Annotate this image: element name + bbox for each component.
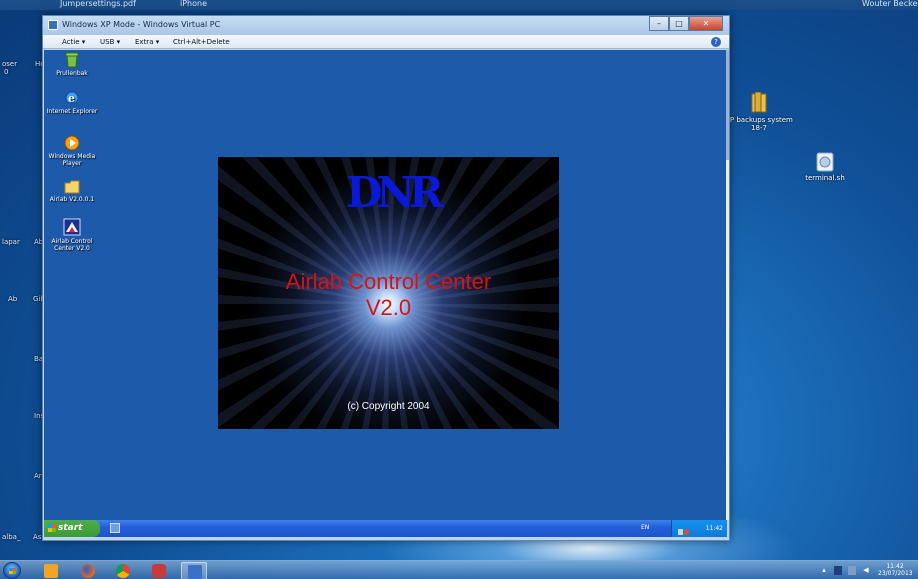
host-taskbar: ▴ ◀ 11:42 23/07/2013: [0, 560, 918, 579]
host-left-label[interactable]: alba_: [2, 533, 20, 541]
outlook-icon: [44, 564, 58, 578]
host-icon-label-line2: 18-7: [751, 124, 767, 132]
xp-start-label: start: [58, 523, 83, 533]
windows-orb-icon[interactable]: [3, 562, 21, 579]
vm-menubar: Actie ▾ USB ▾ Extra ▾ Ctrl+Alt+Delete ?: [43, 35, 729, 49]
firefox-icon: [81, 564, 95, 578]
vm-window-title: Windows XP Mode - Windows Virtual PC: [62, 20, 221, 29]
script-icon: [816, 152, 834, 172]
show-desktop-icon[interactable]: [110, 523, 120, 533]
xp-clock[interactable]: 11:42: [706, 525, 723, 532]
host-icon-label: XP backups system: [725, 116, 793, 124]
xp-icon-internet-explorer[interactable]: e Internet Explorer: [44, 90, 102, 115]
windows-flag-icon: [48, 524, 56, 532]
window-controls: – □ ✕: [649, 16, 723, 31]
xp-system-tray: 11:42: [671, 520, 727, 537]
xp-icon-label: Airlab Control Center V2.0: [51, 238, 93, 252]
xp-icon-airlab-folder[interactable]: Airlab V2.0.0.1: [44, 180, 102, 203]
dnr-logo: DNR: [346, 168, 444, 217]
volume-icon[interactable]: ◀: [862, 566, 870, 575]
host-left-label[interactable]: Ab: [8, 295, 17, 303]
menu-extra[interactable]: Extra ▾: [135, 38, 159, 46]
xp-taskbar: start EN 11:42: [44, 520, 727, 537]
host-icon-label: terminal.sh: [805, 174, 845, 182]
host-top-device-label: iPhone: [180, 0, 208, 8]
taskbar-pin-outlook[interactable]: [38, 562, 64, 579]
xp-icon-media-player[interactable]: Windows Media Player: [44, 135, 102, 167]
network-icon[interactable]: [678, 529, 683, 535]
host-left-label[interactable]: 0: [4, 68, 8, 76]
host-left-label[interactable]: As: [33, 533, 41, 541]
taskbar-pin-chrome[interactable]: [110, 562, 136, 579]
host-left-label[interactable]: oser: [2, 60, 17, 68]
xp-icon-label: Airlab V2.0.0.1: [49, 196, 95, 203]
vm-scrollbar[interactable]: [726, 50, 729, 520]
security-alert-icon[interactable]: [684, 529, 689, 535]
host-top-file-label: Jumpersettings.pdf: [60, 0, 136, 8]
taskbar-pin-firefox[interactable]: [75, 562, 101, 579]
media-player-icon: [64, 135, 80, 151]
vm-window: Windows XP Mode - Windows Virtual PC – □…: [42, 15, 730, 541]
xp-icon-label: Prullenbak: [56, 70, 88, 77]
internet-explorer-icon: e: [65, 91, 79, 105]
taskbar-pin-virtual-pc[interactable]: [181, 562, 207, 579]
recycle-bin-icon: [65, 52, 79, 68]
host-top-user-label: Wouter Becker: [862, 0, 918, 8]
minimize-button[interactable]: –: [649, 16, 669, 31]
paint-icon: [152, 564, 166, 578]
xp-start-button[interactable]: start: [44, 520, 100, 537]
menu-usb[interactable]: USB ▾: [100, 38, 120, 46]
flag-icon[interactable]: [834, 566, 842, 575]
host-icon-terminal-sh[interactable]: terminal.sh: [790, 152, 860, 182]
maximize-button[interactable]: □: [669, 16, 689, 31]
host-system-tray: ▴ ◀ 11:42 23/07/2013: [810, 562, 914, 579]
show-hidden-icons-icon[interactable]: ▴: [820, 566, 828, 575]
xp-desktop: Prullenbak e Internet Explorer Windows M…: [44, 50, 727, 520]
splash-copyright: (c) Copyright 2004: [347, 401, 430, 412]
host-clock[interactable]: 11:42 23/07/2013: [878, 563, 913, 577]
taskbar-pin-paint[interactable]: [146, 562, 172, 579]
tray-icons[interactable]: [678, 525, 690, 535]
close-button[interactable]: ✕: [689, 16, 723, 31]
vm-titlebar[interactable]: Windows XP Mode - Windows Virtual PC – □…: [43, 16, 729, 35]
host-top-strip: Jumpersettings.pdf iPhone Wouter Becker: [0, 0, 918, 10]
menu-ctrl-alt-delete[interactable]: Ctrl+Alt+Delete: [173, 38, 230, 46]
svg-text:e: e: [68, 92, 75, 105]
airlab-app-icon: [63, 218, 81, 236]
xp-icon-label: Windows Media Player: [48, 153, 96, 167]
vm-scrollbar-thumb[interactable]: [726, 50, 729, 160]
host-icon-xp-backups[interactable]: XP backups system 18-7: [724, 92, 794, 132]
chrome-icon: [116, 564, 130, 578]
splash-title: Airlab Control Center: [285, 269, 492, 294]
xp-language-indicator[interactable]: EN: [641, 524, 649, 531]
host-left-label[interactable]: lapar: [2, 238, 20, 246]
xp-icon-recycle-bin[interactable]: Prullenbak: [44, 52, 102, 77]
airlab-splash-screen: DNR Airlab Control Center V2.0 (c) Copyr…: [218, 157, 559, 429]
network-icon[interactable]: [848, 566, 856, 575]
help-icon[interactable]: ?: [711, 37, 721, 47]
host-clock-time: 11:42: [886, 563, 904, 570]
xp-icon-airlab-control-center[interactable]: Airlab Control Center V2.0: [44, 218, 102, 252]
virtual-pc-icon: [188, 565, 202, 579]
xp-icon-label: Internet Explorer: [46, 108, 98, 115]
splash-version: V2.0: [365, 295, 412, 320]
folder-icon: [64, 180, 80, 194]
menu-actie[interactable]: Actie ▾: [62, 38, 85, 46]
virtual-pc-icon: [48, 20, 58, 30]
host-clock-date: 23/07/2013: [878, 570, 913, 577]
folder-icon: [751, 92, 767, 113]
